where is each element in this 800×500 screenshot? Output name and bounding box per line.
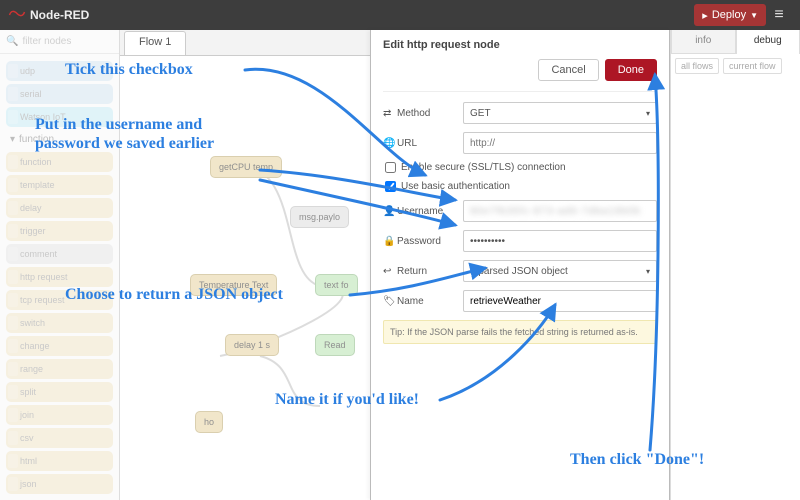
palette-node[interactable]: split xyxy=(6,382,113,402)
globe-icon: 🌐 xyxy=(383,138,393,148)
name-label: 🏷Name xyxy=(383,296,457,307)
debug-tab[interactable]: debug xyxy=(736,30,800,54)
palette-node[interactable]: serial xyxy=(6,84,113,104)
debug-filter-current[interactable]: current flow xyxy=(723,58,782,74)
palette-filter-placeholder: filter nodes xyxy=(22,36,71,47)
deploy-label: Deploy xyxy=(712,9,746,21)
debug-filter-all[interactable]: all flows xyxy=(675,58,719,74)
chevron-down-icon: ▾ xyxy=(646,109,650,118)
info-tab[interactable]: info xyxy=(671,30,736,54)
palette-node[interactable]: template xyxy=(6,175,113,195)
palette-node[interactable]: comment xyxy=(6,244,113,264)
palette-node[interactable]: delay xyxy=(6,198,113,218)
nodered-icon xyxy=(8,6,26,24)
url-input[interactable] xyxy=(463,132,657,154)
done-button[interactable]: Done xyxy=(605,59,657,81)
app-title: Node-RED xyxy=(30,8,89,22)
ssl-label: Enable secure (SSL/TLS) connection xyxy=(401,162,566,173)
palette-node[interactable]: range xyxy=(6,359,113,379)
palette-node[interactable]: trigger xyxy=(6,221,113,241)
dialog-title: Edit http request node xyxy=(383,30,657,59)
palette-node[interactable]: html xyxy=(6,451,113,471)
tag-icon: 🏷 xyxy=(383,296,393,306)
username-label: 👤Username xyxy=(383,206,457,217)
hamburger-icon[interactable]: ≡ xyxy=(766,6,792,24)
info-panel: info debug all flows current flow xyxy=(670,30,800,500)
user-icon: 👤 xyxy=(383,206,393,216)
palette-node[interactable]: Watson IoT xyxy=(6,107,113,127)
palette-node[interactable]: json xyxy=(6,474,113,494)
deploy-caret-icon: ▼ xyxy=(750,11,758,20)
flow-node[interactable]: Read xyxy=(315,334,355,356)
auth-checkbox-row[interactable]: Use basic authentication xyxy=(383,181,657,192)
app-logo: Node-RED xyxy=(8,6,89,24)
return-icon: ↩ xyxy=(383,266,393,276)
flow-node[interactable]: msg.paylo xyxy=(290,206,349,228)
flow-node[interactable]: ho xyxy=(195,411,223,433)
palette-node[interactable]: http request xyxy=(6,267,113,287)
ssl-checkbox[interactable] xyxy=(385,162,396,173)
password-input[interactable]: •••••••••• xyxy=(463,230,657,252)
node-palette: 🔍 filter nodes udp serial Watson IoT ▾fu… xyxy=(0,30,120,500)
dialog-tip: Tip: If the JSON parse fails the fetched… xyxy=(383,320,657,344)
flow-node[interactable]: Temperature Text xyxy=(190,274,277,296)
deploy-button[interactable]: ▸ Deploy ▼ xyxy=(694,4,766,26)
username-input[interactable]: 90e7fb35fc-873-ad6-7dba19b0b xyxy=(463,200,657,222)
flow-node[interactable]: getCPU temp xyxy=(210,156,282,178)
palette-node[interactable]: change xyxy=(6,336,113,356)
auth-checkbox[interactable] xyxy=(385,181,396,192)
palette-node[interactable]: csv xyxy=(6,428,113,448)
method-label: ⇄Method xyxy=(383,108,457,119)
search-icon: 🔍 xyxy=(6,36,18,47)
palette-node[interactable]: join xyxy=(6,405,113,425)
lock-icon: 🔒 xyxy=(383,236,393,246)
flow-node[interactable]: text fo xyxy=(315,274,358,296)
chevron-down-icon: ▾ xyxy=(646,267,650,276)
palette-node[interactable]: switch xyxy=(6,313,113,333)
app-header: Node-RED ▸ Deploy ▼ ≡ xyxy=(0,0,800,30)
palette-node[interactable]: udp xyxy=(6,61,113,81)
palette-group-header[interactable]: ▾function xyxy=(4,130,115,149)
palette-node[interactable]: function xyxy=(6,152,113,172)
url-label: 🌐URL xyxy=(383,138,457,149)
cancel-button[interactable]: Cancel xyxy=(538,59,598,81)
ssl-checkbox-row[interactable]: Enable secure (SSL/TLS) connection xyxy=(383,162,657,173)
palette-filter[interactable]: 🔍 filter nodes xyxy=(0,30,119,54)
return-select[interactable]: a parsed JSON object▾ xyxy=(463,260,657,282)
flow-tab[interactable]: Flow 1 xyxy=(124,31,186,55)
flow-node[interactable]: delay 1 s xyxy=(225,334,279,356)
return-label: ↩Return xyxy=(383,266,457,277)
palette-node[interactable]: tcp request xyxy=(6,290,113,310)
password-label: 🔒Password xyxy=(383,236,457,247)
deploy-icon: ▸ xyxy=(702,9,708,22)
method-select[interactable]: GET▾ xyxy=(463,102,657,124)
edit-node-dialog: Edit http request node Cancel Done ⇄Meth… xyxy=(370,30,670,500)
name-input[interactable] xyxy=(463,290,657,312)
auth-label: Use basic authentication xyxy=(401,181,510,192)
method-icon: ⇄ xyxy=(383,108,393,118)
